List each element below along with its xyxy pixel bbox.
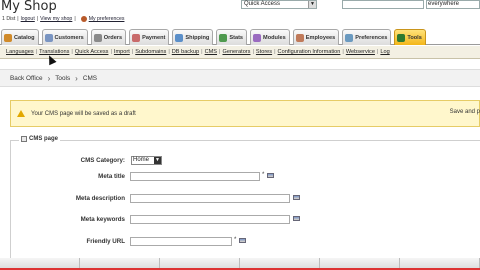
tab-payment[interactable]: Payment xyxy=(129,29,170,45)
subtab-webservice[interactable]: Webservice xyxy=(344,49,377,55)
meta-keywords-label: Meta keywords xyxy=(80,216,125,223)
top-links: 1 Dist | logout | View my shop | My pref… xyxy=(2,16,124,22)
breadcrumb-tools[interactable]: Tools xyxy=(55,75,70,82)
top-bar: My Shop 1 Dist | logout | View my shop |… xyxy=(0,0,480,28)
preferences-tab-icon xyxy=(345,33,354,42)
required-marker: * xyxy=(262,172,265,178)
tab-orders[interactable]: Orders xyxy=(90,29,127,45)
category-select[interactable]: Home ▼ xyxy=(131,156,162,165)
breadcrumb: Back Office › Tools › CMS xyxy=(0,69,480,87)
cms-page-legend: CMS page xyxy=(19,136,61,142)
tab-preferences[interactable]: Preferences xyxy=(342,29,392,45)
warning-icon xyxy=(17,110,25,117)
draft-notice: Your CMS page will be saved as a draft S… xyxy=(10,100,480,127)
tab-catalog[interactable]: Catalog xyxy=(1,29,39,45)
subtab-configuration-information[interactable]: Configuration Information xyxy=(276,49,343,55)
sub-navigation: Languages | Translations | Quick Access | I… xyxy=(0,46,480,59)
meta-description-input[interactable] xyxy=(130,194,290,203)
category-value: Home xyxy=(133,157,150,163)
friendly-url-label: Friendly URL xyxy=(86,238,125,245)
top-link-dist: 1 Dist xyxy=(2,16,16,22)
subtab-generators[interactable]: Generators xyxy=(220,49,252,55)
employees-icon xyxy=(295,33,304,42)
stats-icon xyxy=(219,33,228,42)
top-link-separator: | xyxy=(17,16,19,22)
page-icon xyxy=(21,136,27,142)
preferences-icon xyxy=(80,16,87,22)
meta-keywords-row: Meta keywords xyxy=(11,215,480,225)
editor-toolbar-strip xyxy=(0,258,480,270)
language-flag-icon[interactable] xyxy=(267,173,274,178)
subtab-import[interactable]: Import xyxy=(112,49,132,55)
shop-title: My Shop xyxy=(1,0,57,14)
language-flag-icon[interactable] xyxy=(239,238,246,243)
chevron-down-icon[interactable]: ▼ xyxy=(154,157,161,164)
tools-icon xyxy=(397,33,406,42)
tab-stats[interactable]: Stats xyxy=(216,29,248,45)
language-flag-icon[interactable] xyxy=(293,216,300,221)
tab-tools[interactable]: Tools xyxy=(394,29,426,45)
customers-icon xyxy=(44,33,53,42)
logout-link[interactable]: logout xyxy=(21,16,35,22)
meta-title-input[interactable] xyxy=(130,172,260,181)
category-row: CMS Category: Home ▼ xyxy=(11,156,480,166)
subtab-cms[interactable]: CMS xyxy=(203,49,219,55)
tab-shipping[interactable]: Shipping xyxy=(172,29,214,45)
friendly-url-row: Friendly URL * xyxy=(11,237,480,247)
cms-page-fieldset: CMS page CMS Category: Home ▼ Meta title… xyxy=(10,136,480,270)
tab-employees[interactable]: Employees xyxy=(292,29,340,45)
meta-description-row: Meta description xyxy=(11,194,480,204)
subtab-stores[interactable]: Stores xyxy=(254,49,274,55)
search-input[interactable] xyxy=(342,0,424,9)
tab-modules[interactable]: Modules xyxy=(250,29,290,45)
quick-access-value: Quick Access xyxy=(244,1,281,7)
tab-customers[interactable]: Customers xyxy=(41,29,88,45)
main-tabs: Catalog Customers Orders Payment Shippin… xyxy=(0,28,480,45)
chevron-right-icon: › xyxy=(47,73,51,83)
search-scope-select[interactable]: everywhere xyxy=(426,0,480,9)
category-label: CMS Category: xyxy=(80,157,125,164)
subtab-quick-access[interactable]: Quick Access xyxy=(73,49,111,55)
quick-access-select[interactable]: Quick Access ▼ xyxy=(241,0,317,9)
subtab-db-backup[interactable]: DB backup xyxy=(170,49,201,55)
orders-icon xyxy=(93,33,102,42)
chevron-right-icon: › xyxy=(75,73,78,83)
meta-description-label: Meta description xyxy=(75,195,125,202)
subtab-translations[interactable]: Translations xyxy=(37,49,71,55)
chevron-down-icon[interactable]: ▼ xyxy=(308,1,316,8)
save-and-preview-button[interactable]: Save and p xyxy=(450,109,480,115)
language-flag-icon[interactable] xyxy=(293,195,300,200)
friendly-url-input[interactable] xyxy=(130,237,232,246)
meta-keywords-input[interactable] xyxy=(130,215,290,224)
modules-icon xyxy=(253,33,262,42)
draft-notice-text: Your CMS page will be saved as a draft xyxy=(31,110,136,117)
top-link-separator: | xyxy=(36,16,39,22)
required-marker: * xyxy=(234,237,237,243)
breadcrumb-cms: CMS xyxy=(82,74,98,82)
view-shop-link[interactable]: View my shop xyxy=(40,16,72,22)
breadcrumb-back-office[interactable]: Back Office xyxy=(10,75,43,82)
subtab-log[interactable]: Log xyxy=(378,49,391,55)
subtab-languages[interactable]: Languages xyxy=(4,49,36,55)
preferences-link[interactable]: My preferences xyxy=(89,16,125,22)
subtab-subdomains[interactable]: Subdomains xyxy=(133,49,168,55)
payment-icon xyxy=(132,33,141,42)
meta-title-row: Meta title * xyxy=(11,172,480,182)
shipping-icon xyxy=(175,33,184,42)
meta-title-label: Meta title xyxy=(98,173,125,180)
catalog-icon xyxy=(4,33,12,42)
top-link-separator: | xyxy=(74,16,76,22)
